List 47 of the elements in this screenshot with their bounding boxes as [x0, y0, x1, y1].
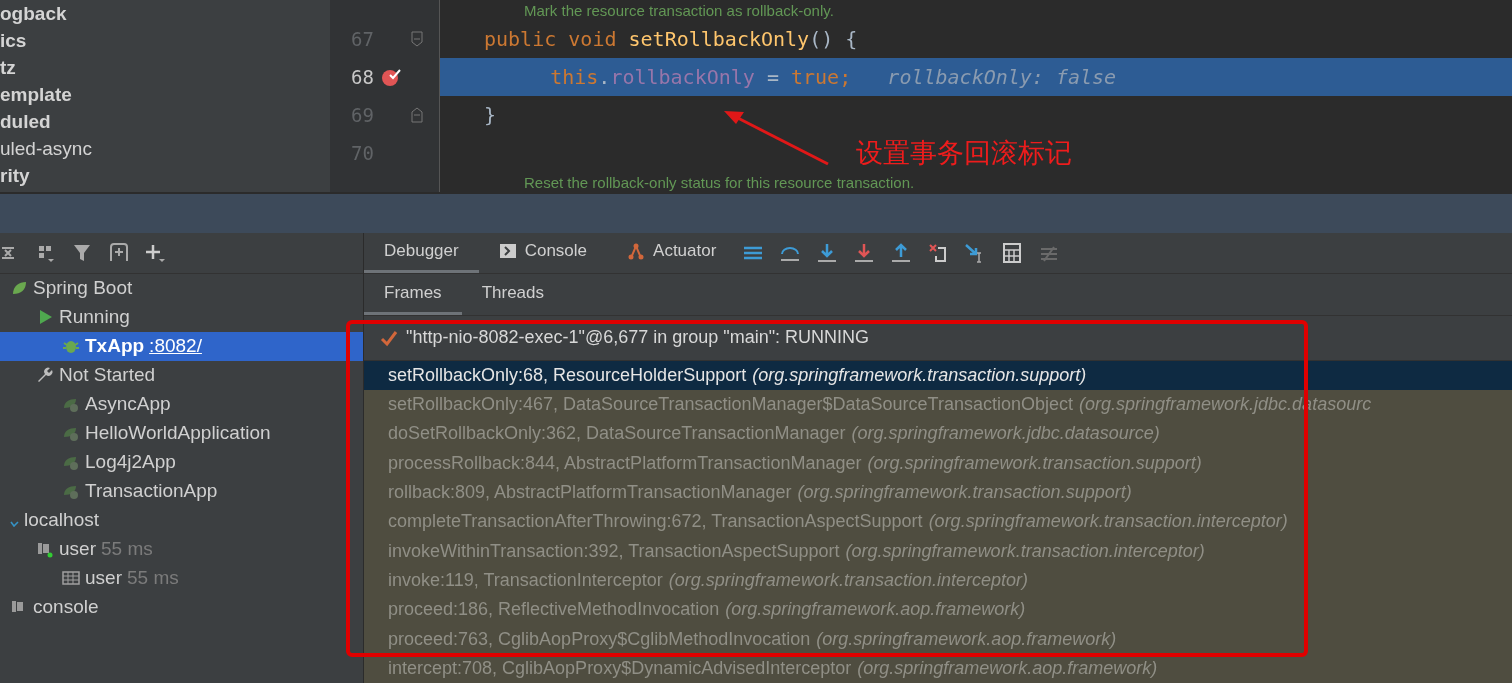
tree-item[interactable]: Spring Boot: [0, 273, 363, 303]
tool-tab[interactable]: Actuator: [607, 232, 737, 273]
step-out-icon[interactable]: [890, 241, 913, 264]
tree-item[interactable]: localhost: [0, 505, 363, 535]
tree-item[interactable]: TransactionApp: [0, 476, 363, 506]
code-line: this.rollbackOnly = true; rollbackOnly: false: [549, 65, 1117, 89]
tool-tab[interactable]: Debugger: [364, 232, 479, 273]
breakpoint-icon[interactable]: [381, 67, 401, 87]
tree-item[interactable]: HelloWorldApplication: [0, 418, 363, 448]
annotation-text: 设置事务回滚标记: [856, 137, 1072, 170]
stack-frame[interactable]: setRollbackOnly:68, ResourceHolderSupport (org.springframework.transaction.support): [364, 360, 1512, 391]
console-icon: [36, 540, 54, 559]
check-icon: [380, 328, 398, 347]
port-link[interactable]: :8082/: [149, 335, 202, 358]
tree-item[interactable]: user 55 ms: [0, 563, 363, 593]
project-item[interactable]: tz: [0, 54, 330, 81]
table-icon: [62, 569, 80, 588]
project-item[interactable]: duled: [0, 108, 330, 135]
tool-tab[interactable]: Console: [478, 232, 608, 273]
tree-item[interactable]: console: [0, 592, 363, 622]
code-line: public void setRollbackOnly() {: [483, 27, 858, 51]
connection-icon: [10, 521, 19, 528]
terminal-icon: [498, 242, 517, 261]
force-step-icon[interactable]: [853, 241, 876, 264]
add-panel-icon[interactable]: [108, 241, 130, 264]
thread-label[interactable]: "http-nio-8082-exec-1"@6,677 in group "main": RUNNING: [406, 327, 870, 349]
tree-item[interactable]: Running: [0, 302, 363, 332]
actuator-icon: [627, 242, 646, 261]
doc-comment: Reset the rollback-only status for this resource transaction.: [523, 173, 915, 191]
frames-tab[interactable]: Frames: [364, 273, 462, 315]
tree-item[interactable]: Log4j2App: [0, 447, 363, 477]
step-into-icon[interactable]: [816, 241, 839, 264]
project-item[interactable]: uled-async: [0, 135, 330, 162]
tree-item[interactable]: Not Started: [0, 360, 363, 390]
code-line: }: [483, 103, 497, 127]
line-number: 68: [350, 66, 374, 88]
tree-item[interactable]: AsyncApp: [0, 389, 363, 419]
project-item[interactable]: rity: [0, 162, 330, 189]
doc-comment: Mark the resource transaction as rollback-only.: [523, 1, 834, 19]
project-item[interactable]: ics: [0, 27, 330, 54]
project-item[interactable]: emplate: [0, 81, 330, 108]
wrench-icon: [36, 366, 54, 385]
tree-item[interactable]: user 55 ms: [0, 534, 363, 564]
frames-tab[interactable]: Threads: [461, 273, 564, 315]
calculator-icon[interactable]: [1001, 241, 1024, 264]
tree-item[interactable]: TxApp :8082/: [0, 331, 363, 361]
project-item[interactable]: ogback: [0, 0, 330, 27]
